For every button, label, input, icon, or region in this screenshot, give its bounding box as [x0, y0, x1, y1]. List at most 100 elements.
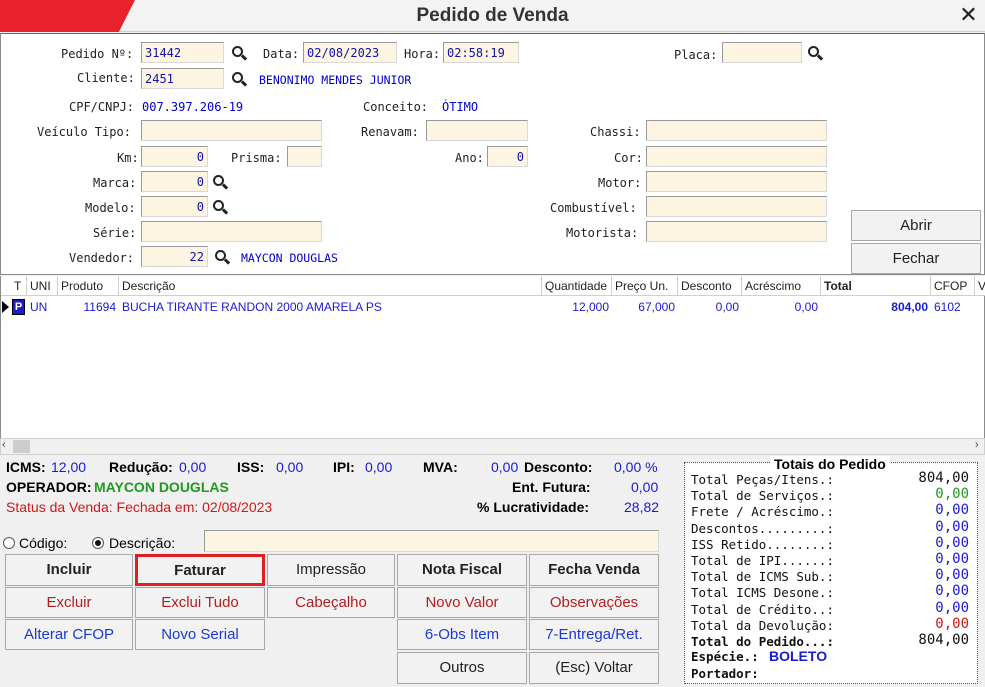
totals-row-value: 0,00	[935, 519, 969, 535]
impressao-button[interactable]: Impressão	[267, 554, 395, 586]
veiculo-tipo-label: Veículo Tipo:	[37, 125, 131, 139]
marca-search-icon[interactable]	[212, 174, 229, 190]
totals-row-value: 0,00	[935, 535, 969, 551]
item-type-badge: P	[12, 299, 25, 315]
grid-row-indicator-header	[1, 276, 11, 296]
iss-value: 0,00	[276, 459, 304, 475]
grid-header-uni[interactable]: UNI	[27, 276, 58, 296]
fechar-button[interactable]: Fechar	[851, 243, 981, 274]
marca-field[interactable]: 0	[141, 171, 208, 192]
grid-header-cfop[interactable]: CFOP	[931, 276, 975, 296]
icms-label: ICMS:	[6, 459, 46, 475]
cell-produto: 11694	[83, 300, 116, 314]
abrir-button[interactable]: Abrir	[851, 210, 981, 241]
motorista-field[interactable]	[646, 221, 827, 242]
totals-row-value: 0,00	[935, 583, 969, 599]
descricao-radio-label[interactable]: Descrição:	[109, 535, 175, 551]
items-grid: T UNI Produto Descrição Quantidade Preço…	[0, 276, 985, 438]
totals-row-value: 804,00	[918, 470, 969, 486]
motor-label: Motor:	[598, 176, 642, 190]
operador-value: MAYCON DOUGLAS	[94, 479, 229, 495]
grid-header-quantidade[interactable]: Quantidade	[542, 276, 612, 296]
serie-label: Série:	[93, 226, 137, 240]
codigo-radio[interactable]	[3, 537, 15, 549]
voltar-button[interactable]: (Esc) Voltar	[529, 652, 659, 684]
cell-desconto: 0,00	[715, 300, 739, 314]
renavam-field[interactable]	[426, 120, 528, 141]
mva-label: MVA:	[423, 459, 458, 475]
entrega-ret-button[interactable]: 7-Entrega/Ret.	[529, 619, 659, 650]
cliente-field[interactable]: 2451	[141, 68, 224, 89]
data-field[interactable]: 02/08/2023	[303, 42, 397, 63]
totals-row-label: Total ICMS Desone.:	[691, 585, 834, 600]
scroll-left-icon[interactable]: ‹	[2, 439, 6, 451]
outros-button[interactable]: Outros	[397, 652, 527, 684]
ipi-value: 0,00	[365, 459, 393, 475]
nota-fiscal-button[interactable]: Nota Fiscal	[397, 554, 527, 586]
exclui-tudo-button[interactable]: Exclui Tudo	[135, 587, 265, 618]
cor-field[interactable]	[646, 146, 827, 167]
cpf-label: CPF/CNPJ:	[69, 100, 135, 114]
cell-quantidade: 12,000	[572, 300, 609, 314]
incluir-button[interactable]: Incluir	[5, 554, 133, 586]
conceito-label: Conceito:	[363, 100, 429, 114]
totals-row-value: 804,00	[918, 632, 969, 648]
ano-field[interactable]: 0	[487, 146, 528, 167]
totals-row-label: Total de ICMS Sub.:	[691, 569, 834, 584]
cliente-search-icon[interactable]	[231, 71, 248, 87]
motor-field[interactable]	[646, 171, 827, 192]
grid-header-desconto[interactable]: Desconto	[678, 276, 742, 296]
codigo-radio-label[interactable]: Código:	[19, 535, 67, 551]
lucratividade-value: 28,82	[624, 499, 660, 515]
placa-search-icon[interactable]	[807, 45, 824, 61]
vendedor-field[interactable]: 22	[141, 246, 208, 267]
scroll-thumb[interactable]	[13, 440, 30, 453]
grid-header-produto[interactable]: Produto	[58, 276, 119, 296]
grid-header-total[interactable]: Total	[821, 276, 931, 296]
grid-header-t[interactable]: T	[11, 276, 27, 296]
grid-horizontal-scrollbar[interactable]: ‹ ›	[0, 438, 985, 455]
km-field[interactable]: 0	[141, 146, 208, 167]
cabecalho-button[interactable]: Cabeçalho	[267, 587, 395, 618]
totals-row-value: 0,00	[935, 600, 969, 616]
grid-header-descricao[interactable]: Descrição	[119, 276, 542, 296]
novo-valor-button[interactable]: Novo Valor	[397, 587, 527, 618]
conceito-value: ÓTIMO	[442, 100, 479, 114]
renavam-label: Renavam:	[361, 125, 419, 139]
ipi-label: IPI:	[333, 459, 355, 475]
pedido-field[interactable]: 31442	[141, 42, 224, 63]
descricao-radio[interactable]	[92, 537, 104, 549]
observacoes-button[interactable]: Observações	[529, 587, 659, 618]
scroll-right-icon[interactable]: ›	[975, 439, 979, 451]
fecha-venda-button[interactable]: Fecha Venda	[529, 554, 659, 586]
obs-item-button[interactable]: 6-Obs Item	[397, 619, 527, 650]
serie-field[interactable]	[141, 221, 322, 242]
totals-row-label: Total Peças/Itens.:	[691, 472, 834, 487]
chassi-field[interactable]	[646, 120, 827, 141]
prisma-field[interactable]	[287, 146, 322, 167]
table-row[interactable]: P UN 11694 BUCHA TIRANTE RANDON 2000 AMA…	[1, 298, 985, 317]
modelo-field[interactable]: 0	[141, 196, 208, 217]
totals-row-value: 0,00	[935, 502, 969, 518]
modelo-search-icon[interactable]	[212, 199, 229, 215]
grid-header-acrescimo[interactable]: Acréscimo	[742, 276, 821, 296]
novo-serial-button[interactable]: Novo Serial	[135, 619, 265, 650]
grid-header-preco[interactable]: Preço Un.	[612, 276, 678, 296]
vendedor-name: MAYCON DOUGLAS	[241, 251, 338, 265]
vendedor-search-icon[interactable]	[214, 249, 231, 265]
excluir-button[interactable]: Excluir	[5, 587, 133, 618]
faturar-button[interactable]: Faturar	[135, 554, 265, 586]
placa-field[interactable]	[722, 42, 802, 63]
veiculo-tipo-field[interactable]	[141, 120, 322, 141]
grid-header-v[interactable]: V	[975, 276, 985, 296]
pedido-search-icon[interactable]	[231, 45, 248, 61]
marca-label: Marca:	[93, 176, 137, 190]
hora-field[interactable]: 02:58:19	[443, 42, 519, 63]
totals-row-label: Descontos.........:	[691, 521, 834, 536]
ent-futura-label: Ent. Futura:	[512, 479, 591, 495]
search-input[interactable]	[204, 530, 659, 552]
close-icon[interactable]: ✕	[952, 0, 985, 30]
alterar-cfop-button[interactable]: Alterar CFOP	[5, 619, 133, 650]
combustivel-field[interactable]	[646, 196, 827, 217]
vendedor-label: Vendedor:	[69, 251, 135, 265]
